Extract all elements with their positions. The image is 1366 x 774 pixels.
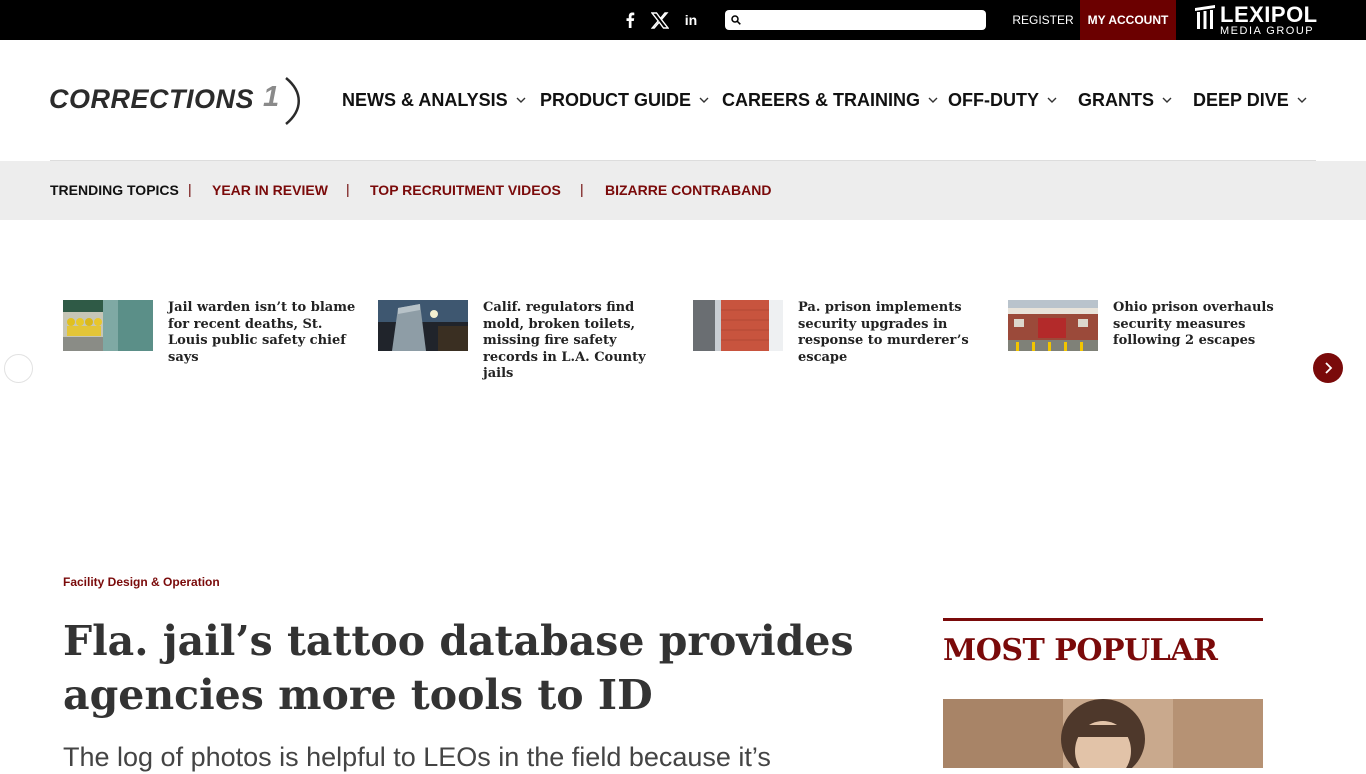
facebook-glyph bbox=[626, 12, 635, 28]
most-popular-title: MOST POPULAR bbox=[943, 633, 1218, 668]
x-icon[interactable] bbox=[649, 10, 671, 30]
carousel-card[interactable]: Ohio prison overhauls security measures … bbox=[1008, 300, 1308, 370]
chevron-down-icon bbox=[928, 97, 938, 103]
logo-number: 1 bbox=[263, 81, 280, 113]
linkedin-icon[interactable]: in bbox=[680, 10, 702, 30]
facebook-icon[interactable] bbox=[619, 10, 641, 30]
chevron-right-icon bbox=[1325, 362, 1333, 374]
carousel-card[interactable]: Calif. regulators find mold, broken toil… bbox=[378, 300, 678, 381]
trending-label: TRENDING TOPICS bbox=[50, 182, 179, 198]
article-category-link[interactable]: Facility Design & Operation bbox=[63, 575, 220, 589]
register-link[interactable]: REGISTER bbox=[1006, 0, 1080, 40]
nav-off-duty[interactable]: OFF-DUTY bbox=[948, 89, 1057, 111]
nav-label: PRODUCT GUIDE bbox=[540, 89, 692, 110]
trending-topics-bar: TRENDING TOPICS | YEAR IN REVIEW | TOP R… bbox=[0, 161, 1366, 220]
x-glyph bbox=[651, 11, 669, 29]
search-icon bbox=[731, 15, 741, 25]
nav-label: GRANTS bbox=[1078, 89, 1154, 110]
nav-label: NEWS & ANALYSIS bbox=[342, 89, 508, 110]
nav-label: DEEP DIVE bbox=[1193, 89, 1289, 110]
lexipol-pillar-icon bbox=[1195, 5, 1215, 29]
my-account-button[interactable]: MY ACCOUNT bbox=[1080, 0, 1176, 40]
top-utility-bar: in REGISTER MY ACCOUNT LEXIPOL MEDIA GRO… bbox=[0, 0, 1366, 40]
trending-separator: | bbox=[580, 181, 584, 197]
nav-careers-training[interactable]: CAREERS & TRAINING bbox=[722, 89, 938, 111]
card-headline: Pa. prison implements security upgrades … bbox=[798, 300, 969, 365]
trending-separator: | bbox=[346, 181, 350, 197]
trending-link-bizarre-contraband[interactable]: BIZARRE CONTRABAND bbox=[605, 182, 771, 198]
article-dek: The log of photos is helpful to LEOs in … bbox=[63, 742, 771, 772]
lexipol-name: LEXIPOL bbox=[1220, 2, 1318, 27]
chevron-down-icon bbox=[699, 97, 709, 103]
search-box[interactable] bbox=[725, 10, 986, 30]
linkedin-label: in bbox=[684, 12, 698, 28]
nav-label: OFF-DUTY bbox=[948, 89, 1039, 110]
chevron-down-icon bbox=[1162, 97, 1172, 103]
card-headline: Ohio prison overhauls security measures … bbox=[1113, 300, 1274, 348]
logo-wordmark: CORRECTIONS bbox=[49, 84, 255, 114]
lexipol-logo[interactable]: LEXIPOL MEDIA GROUP bbox=[1194, 3, 1324, 37]
trending-separator: | bbox=[188, 181, 192, 197]
logo-arc-icon bbox=[285, 77, 300, 125]
chevron-down-icon bbox=[1047, 97, 1057, 103]
trending-link-year-in-review[interactable]: YEAR IN REVIEW bbox=[212, 182, 328, 198]
card-headline: Calif. regulators find mold, broken toil… bbox=[483, 300, 646, 381]
card-thumbnail bbox=[378, 300, 468, 351]
chevron-down-icon bbox=[1297, 97, 1307, 103]
card-headline: Jail warden isn’t to blame for recent de… bbox=[168, 300, 356, 365]
carousel-next-button[interactable] bbox=[1313, 353, 1343, 383]
main-header: CORRECTIONS 1 NEWS & ANALYSIS PRODUCT GU… bbox=[0, 40, 1366, 160]
search-input[interactable] bbox=[747, 13, 977, 27]
card-thumbnail bbox=[63, 300, 153, 351]
nav-label: CAREERS & TRAINING bbox=[722, 89, 921, 110]
trending-link-recruitment-videos[interactable]: TOP RECRUITMENT VIDEOS bbox=[370, 182, 561, 198]
card-thumbnail bbox=[1008, 300, 1098, 351]
lexipol-sub: MEDIA GROUP bbox=[1220, 25, 1315, 37]
article-title: Fla. jail’s tattoo database provides age… bbox=[63, 617, 854, 719]
card-thumbnail bbox=[693, 300, 783, 351]
carousel-card[interactable]: Pa. prison implements security upgrades … bbox=[693, 300, 993, 370]
nav-deep-dive[interactable]: DEEP DIVE bbox=[1193, 89, 1307, 111]
nav-news-analysis[interactable]: NEWS & ANALYSIS bbox=[342, 89, 526, 111]
corrections1-logo[interactable]: CORRECTIONS 1 bbox=[49, 76, 304, 126]
nav-product-guide[interactable]: PRODUCT GUIDE bbox=[540, 89, 709, 111]
nav-grants[interactable]: GRANTS bbox=[1078, 89, 1172, 111]
chevron-down-icon bbox=[516, 97, 526, 103]
carousel-card[interactable]: Jail warden isn’t to blame for recent de… bbox=[63, 300, 363, 370]
most-popular-rule bbox=[943, 618, 1263, 621]
most-popular-image[interactable] bbox=[943, 699, 1263, 768]
carousel-prev-button[interactable] bbox=[4, 354, 33, 383]
